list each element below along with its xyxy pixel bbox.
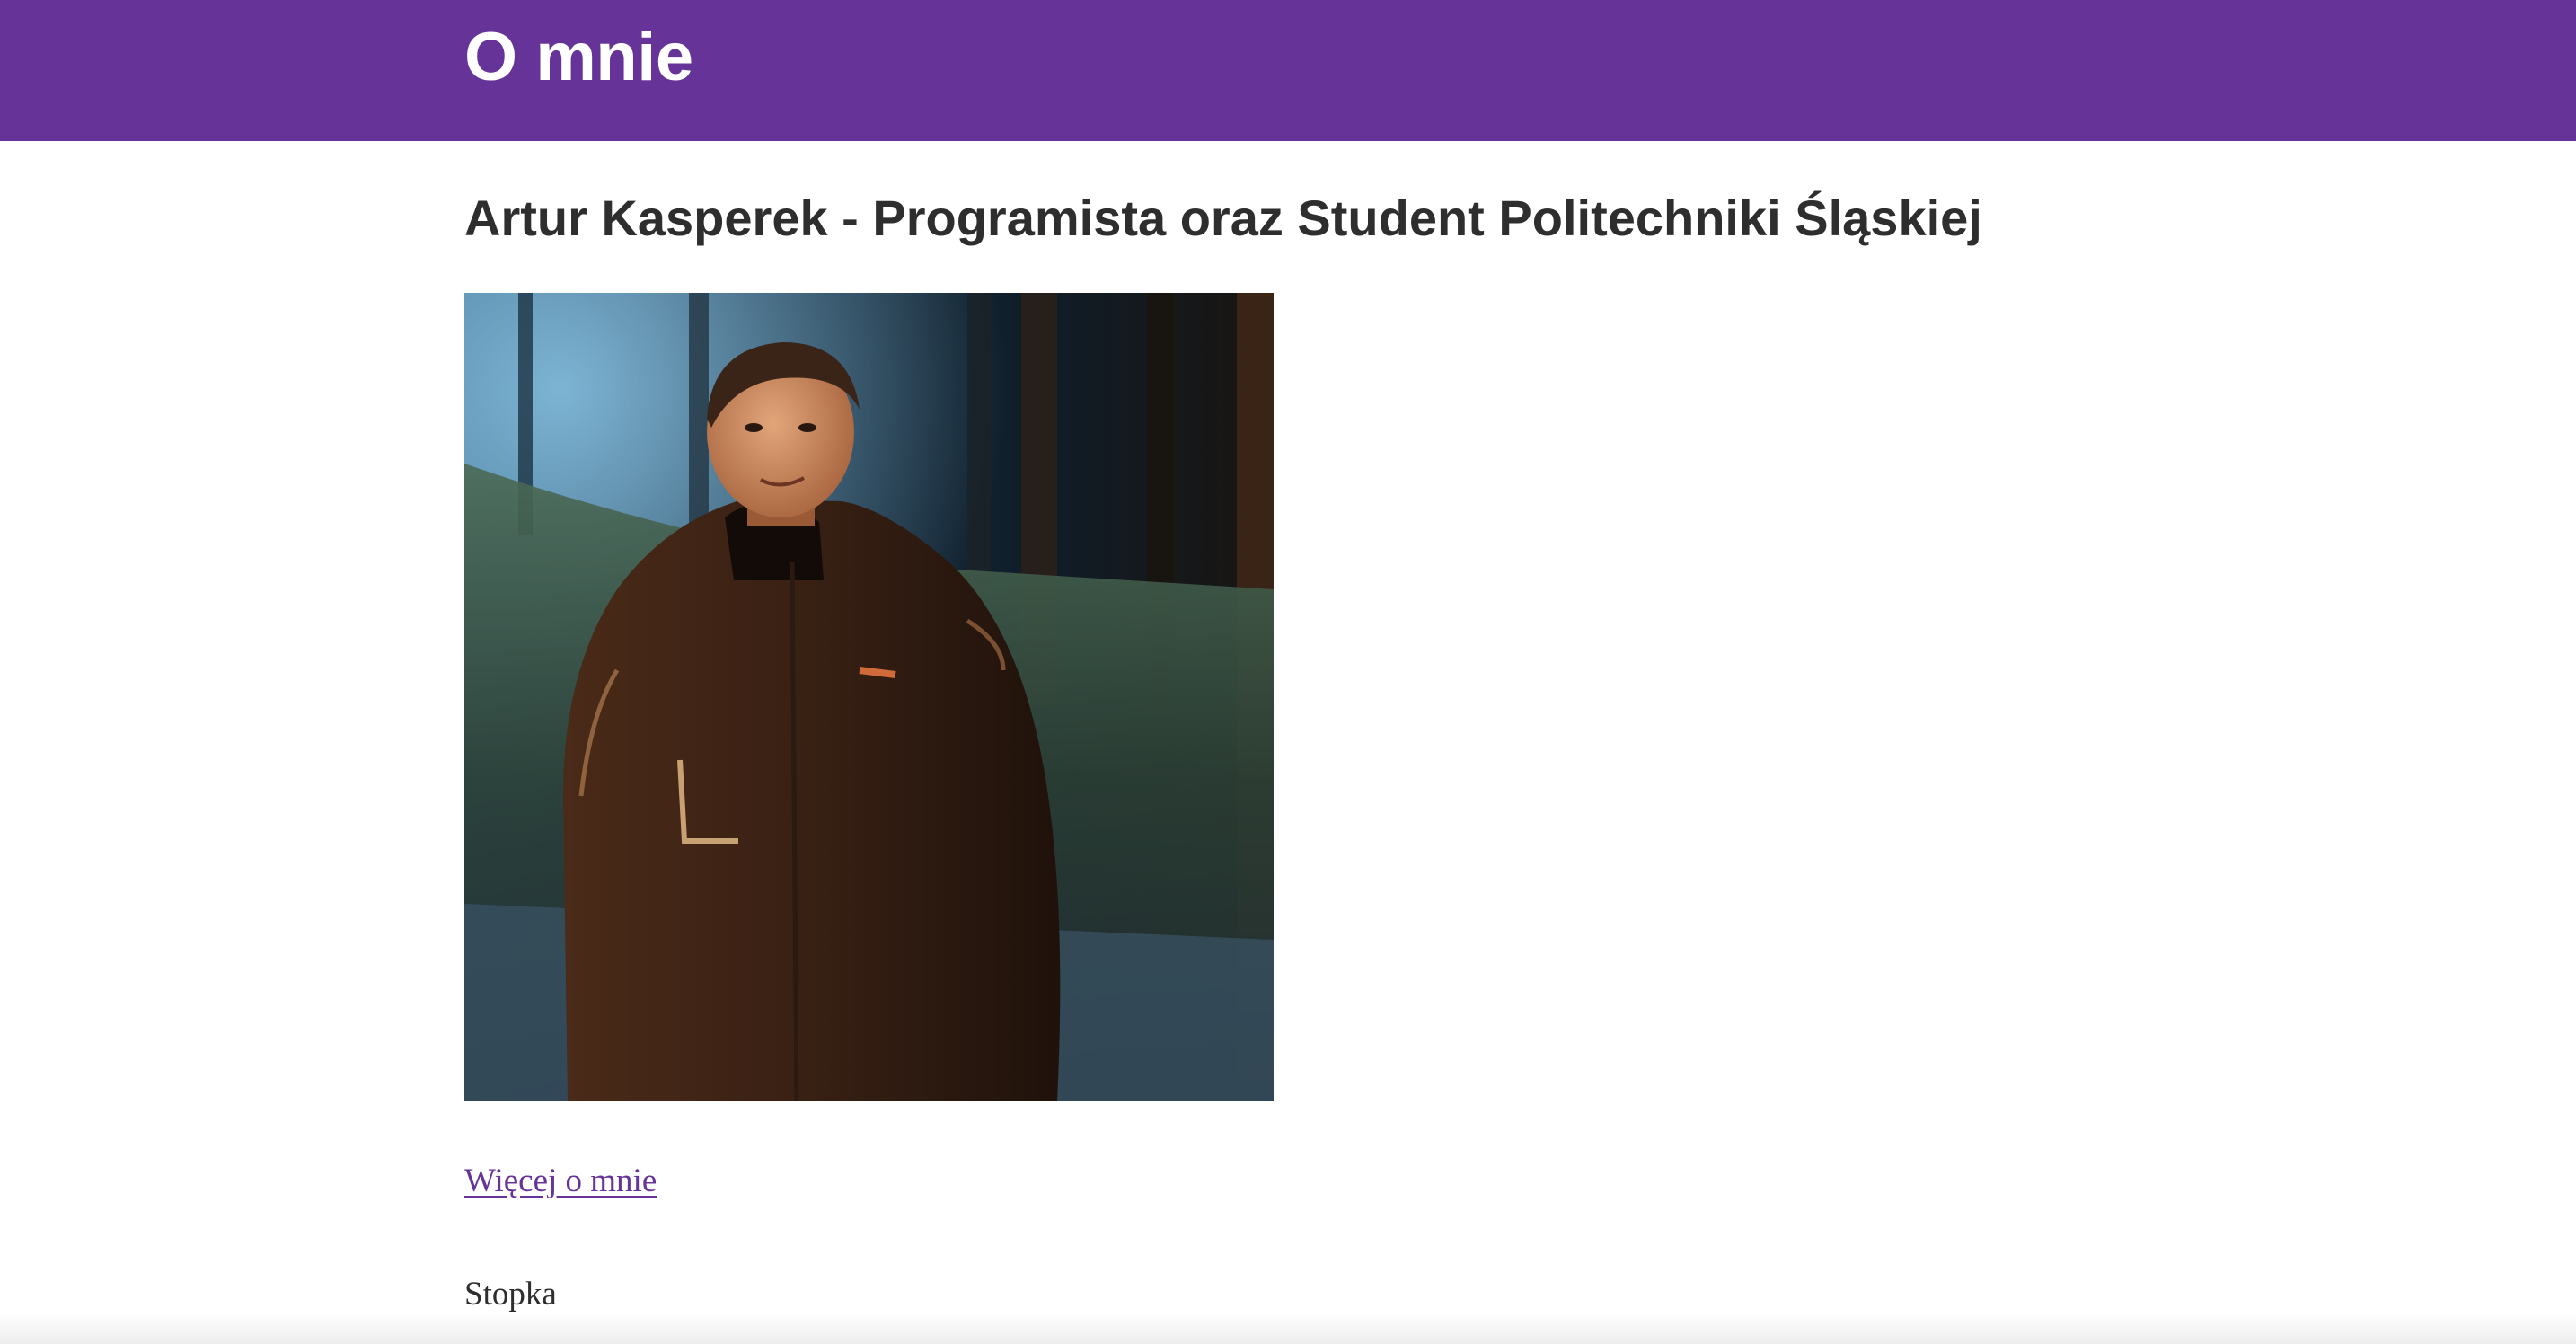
more-about-me-link[interactable]: Więcej o mnie — [464, 1159, 657, 1204]
bottom-shadow — [0, 1312, 2576, 1344]
site-title[interactable]: O mnie — [464, 13, 693, 102]
portrait-photo-image — [464, 293, 1274, 1101]
portrait-photo — [464, 293, 1274, 1101]
site-footer: Stopka — [464, 1276, 557, 1313]
page-heading: Artur Kasperek - Programista oraz Studen… — [464, 190, 1982, 246]
site-header: O mnie — [0, 0, 2576, 141]
